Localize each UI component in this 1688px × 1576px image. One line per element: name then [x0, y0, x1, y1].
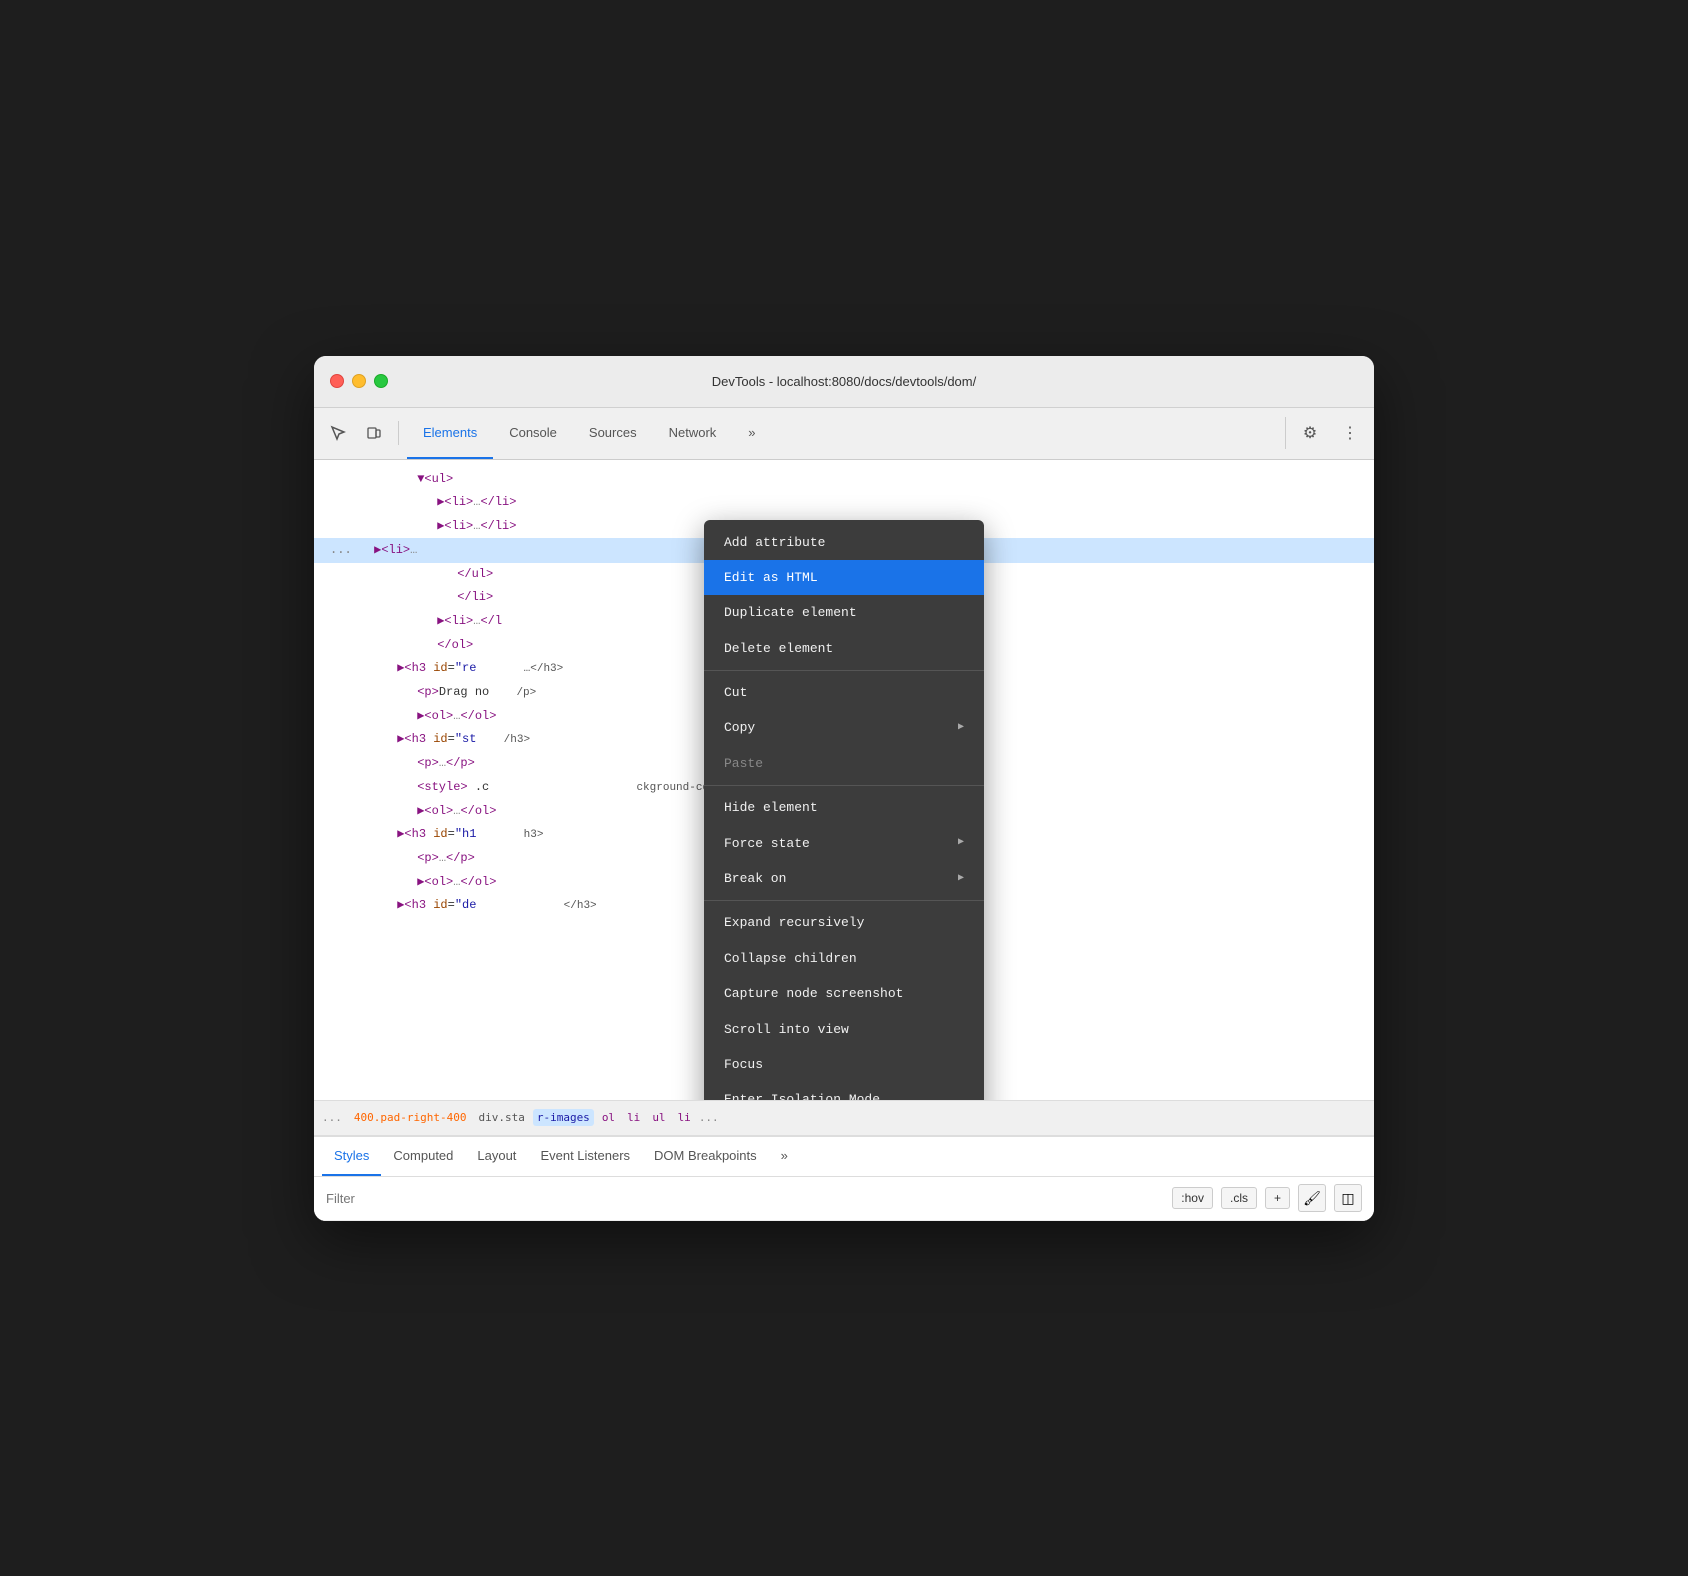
tab-dom-breakpoints[interactable]: DOM Breakpoints: [642, 1136, 769, 1176]
settings-icon[interactable]: ⚙: [1294, 417, 1326, 449]
breadcrumb-item-ul[interactable]: ul: [648, 1109, 669, 1126]
ctx-scroll-into-view[interactable]: Scroll into view: [704, 1012, 984, 1047]
window-title: DevTools - localhost:8080/docs/devtools/…: [712, 374, 976, 389]
breadcrumb-item-class-400[interactable]: 400.pad-right-400: [350, 1109, 471, 1126]
ctx-separator-1: [704, 670, 984, 671]
ctx-enter-isolation-mode[interactable]: Enter Isolation Mode: [704, 1082, 984, 1099]
ctx-separator-3: [704, 900, 984, 901]
breadcrumb-item-div-sta[interactable]: div.sta: [474, 1109, 528, 1126]
force-state-arrow-icon: ▶: [958, 834, 964, 852]
cls-button[interactable]: .cls: [1221, 1187, 1257, 1209]
close-button[interactable]: [330, 374, 344, 388]
breadcrumb-end-dots[interactable]: ...: [699, 1111, 719, 1124]
ctx-break-on[interactable]: Break on ▶: [704, 861, 984, 896]
filter-actions: :hov .cls + 🖌 ◫: [1172, 1184, 1362, 1212]
ctx-separator-2: [704, 785, 984, 786]
maximize-button[interactable]: [374, 374, 388, 388]
dom-tree[interactable]: ▼<ul> ▶<li>…</li> ▶<li>…</li> ... ▶<li>……: [314, 460, 1374, 1100]
dom-line: ▶<li>…</li>: [314, 491, 1374, 515]
layout-icon-button[interactable]: ◫: [1334, 1184, 1362, 1212]
tab-elements[interactable]: Elements: [407, 407, 493, 459]
ctx-edit-as-html[interactable]: Edit as HTML: [704, 560, 984, 595]
tab-styles[interactable]: Styles: [322, 1136, 381, 1176]
breadcrumb-item-li2[interactable]: li: [674, 1109, 695, 1126]
ctx-add-attribute[interactable]: Add attribute: [704, 525, 984, 560]
filter-input[interactable]: [326, 1191, 1164, 1206]
filter-bar: :hov .cls + 🖌 ◫: [314, 1177, 1374, 1221]
tab-panel-more[interactable]: »: [769, 1136, 800, 1176]
ctx-duplicate-element[interactable]: Duplicate element: [704, 595, 984, 630]
panel-tabs: Styles Computed Layout Event Listeners D…: [314, 1137, 1374, 1177]
tab-console[interactable]: Console: [493, 407, 573, 459]
kebab-menu-icon[interactable]: ⋮: [1334, 417, 1366, 449]
dom-line: ▼<ul>: [314, 468, 1374, 492]
ctx-copy[interactable]: Copy ▶: [704, 710, 984, 745]
traffic-lights: [330, 374, 388, 388]
ctx-paste: Paste: [704, 746, 984, 781]
device-mode-icon[interactable]: [358, 417, 390, 449]
ctx-focus[interactable]: Focus: [704, 1047, 984, 1082]
toolbar-divider: [398, 421, 399, 445]
tab-computed[interactable]: Computed: [381, 1136, 465, 1176]
inspect-element-icon[interactable]: [322, 417, 354, 449]
paint-icon-button[interactable]: 🖌: [1298, 1184, 1326, 1212]
breadcrumb-item-ol[interactable]: ol: [598, 1109, 619, 1126]
tab-event-listeners[interactable]: Event Listeners: [528, 1136, 642, 1176]
tab-layout[interactable]: Layout: [465, 1136, 528, 1176]
minimize-button[interactable]: [352, 374, 366, 388]
copy-arrow-icon: ▶: [958, 719, 964, 737]
breadcrumb-item-r-images[interactable]: r-images: [533, 1109, 594, 1126]
tab-network[interactable]: Network: [653, 407, 733, 459]
ctx-cut[interactable]: Cut: [704, 675, 984, 710]
ctx-expand-recursively[interactable]: Expand recursively: [704, 905, 984, 940]
ctx-hide-element[interactable]: Hide element: [704, 790, 984, 825]
hov-button[interactable]: :hov: [1172, 1187, 1213, 1209]
breadcrumb-item-li[interactable]: li: [623, 1109, 644, 1126]
tab-sources[interactable]: Sources: [573, 407, 653, 459]
ctx-capture-node-screenshot[interactable]: Capture node screenshot: [704, 976, 984, 1011]
context-menu: Add attribute Edit as HTML Duplicate ele…: [704, 520, 984, 1100]
break-on-arrow-icon: ▶: [958, 870, 964, 888]
breadcrumb-dots[interactable]: ...: [322, 1111, 342, 1124]
toolbar-right: ⚙ ⋮: [1285, 417, 1366, 449]
devtools-window: DevTools - localhost:8080/docs/devtools/…: [314, 356, 1374, 1221]
ctx-force-state[interactable]: Force state ▶: [704, 826, 984, 861]
add-rule-button[interactable]: +: [1265, 1187, 1290, 1209]
tab-more[interactable]: »: [732, 407, 771, 459]
titlebar: DevTools - localhost:8080/docs/devtools/…: [314, 356, 1374, 408]
breadcrumb-bar: ... 400.pad-right-400 div.sta r-images o…: [314, 1100, 1374, 1136]
toolbar-tabs: Elements Console Sources Network »: [407, 407, 1281, 459]
ctx-collapse-children[interactable]: Collapse children: [704, 941, 984, 976]
toolbar: Elements Console Sources Network » ⚙ ⋮: [314, 408, 1374, 460]
main-content: ▼<ul> ▶<li>…</li> ▶<li>…</li> ... ▶<li>……: [314, 460, 1374, 1136]
ctx-delete-element[interactable]: Delete element: [704, 631, 984, 666]
bottom-panel: Styles Computed Layout Event Listeners D…: [314, 1136, 1374, 1221]
